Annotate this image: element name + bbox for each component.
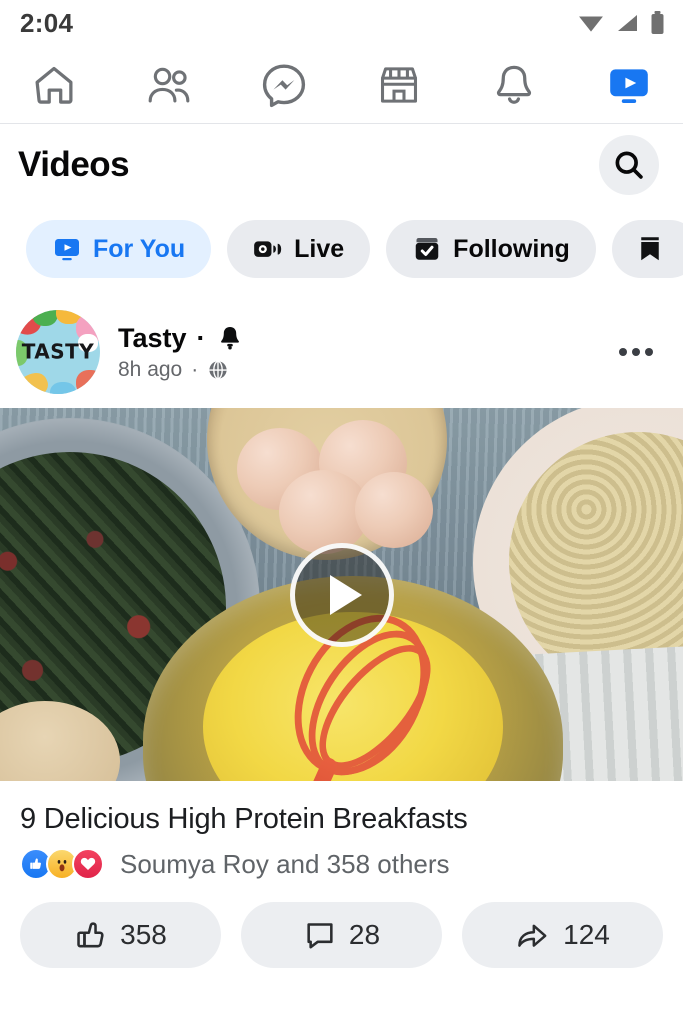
author-separator: · — [196, 322, 206, 353]
avatar-label: TASTY — [21, 339, 95, 364]
post-timestamp-row: 8h ago · — [118, 358, 244, 382]
post-author-name[interactable]: Tasty — [118, 323, 187, 354]
more-options-icon — [632, 348, 640, 356]
wifi-icon — [579, 16, 603, 32]
globe-public-icon — [209, 360, 227, 379]
search-button[interactable] — [599, 135, 659, 195]
like-button[interactable]: 358 — [20, 902, 221, 968]
like-count: 358 — [120, 919, 167, 950]
filter-chip-live[interactable]: Live — [227, 220, 371, 278]
video-thumbnail[interactable] — [0, 408, 683, 781]
post-meta: Tasty · 8h ago · — [118, 323, 244, 382]
video-monitor-icon — [55, 239, 79, 261]
filter-chip-for-you[interactable]: For You — [26, 220, 212, 278]
top-navigation-bar — [0, 46, 683, 124]
reaction-icons — [20, 848, 104, 880]
avatar[interactable]: TASTY — [16, 310, 100, 394]
filter-chip-following[interactable]: Following — [386, 220, 596, 278]
nav-tab-friends[interactable] — [141, 57, 197, 113]
filter-chip-for-you-label: For You — [93, 234, 186, 263]
videos-header: Videos — [0, 124, 683, 206]
post-more-options-button[interactable] — [611, 340, 661, 364]
messenger-icon — [262, 64, 306, 107]
search-icon — [615, 151, 643, 179]
marketplace-icon — [380, 66, 418, 103]
status-bar-icons — [578, 11, 665, 35]
nav-tab-home[interactable] — [26, 57, 82, 113]
friends-icon — [148, 67, 190, 102]
comment-button[interactable]: 28 — [241, 902, 442, 968]
nav-tab-notifications[interactable] — [486, 57, 542, 113]
video-filter-chips[interactable]: For You Live Following — [0, 206, 683, 298]
timestamp-separator: · — [191, 357, 199, 381]
post-action-bar: 358 28 124 — [0, 880, 683, 968]
post-header: TASTY Tasty · 8h ago · — [0, 298, 683, 408]
more-options-icon — [619, 348, 627, 356]
video-title: 9 Delicious High Protein Breakfasts — [20, 803, 468, 835]
share-count: 124 — [563, 919, 610, 950]
status-bar: 2:04 — [0, 0, 683, 46]
cellular-signal-icon — [618, 15, 637, 31]
battery-icon — [651, 11, 664, 34]
more-options-icon — [645, 348, 653, 356]
filter-chip-saved[interactable] — [611, 220, 683, 278]
post-timestamp: 8h ago — [118, 357, 183, 381]
filter-chip-following-label: Following — [453, 234, 570, 263]
play-button[interactable] — [289, 542, 394, 647]
love-reaction-icon — [72, 848, 104, 880]
saved-bookmark-icon — [641, 237, 659, 261]
share-icon — [518, 924, 547, 947]
filter-chip-live-label: Live — [294, 234, 345, 263]
comment-count: 28 — [348, 919, 381, 950]
following-check-icon — [415, 237, 439, 260]
reactions-summary-row[interactable]: Soumya Roy and 358 others — [0, 836, 683, 880]
nav-tab-messenger[interactable] — [256, 57, 312, 113]
play-button-icon — [329, 574, 362, 615]
notifications-bell-icon — [496, 65, 532, 104]
post-author-row: Tasty · — [118, 323, 244, 354]
nav-tab-video[interactable] — [601, 57, 657, 113]
video-icon — [610, 68, 648, 103]
thumbs-up-icon — [77, 922, 104, 948]
live-camera-icon — [254, 241, 282, 257]
comment-icon — [307, 923, 333, 949]
page-title: Videos — [18, 145, 130, 184]
nav-tab-marketplace[interactable] — [371, 57, 427, 113]
reactions-summary-text[interactable]: Soumya Roy and 358 others — [120, 849, 450, 880]
status-bar-clock: 2:04 — [20, 7, 74, 38]
notification-bell-icon[interactable] — [216, 324, 244, 352]
share-button[interactable]: 124 — [462, 902, 663, 968]
home-icon — [35, 66, 73, 104]
